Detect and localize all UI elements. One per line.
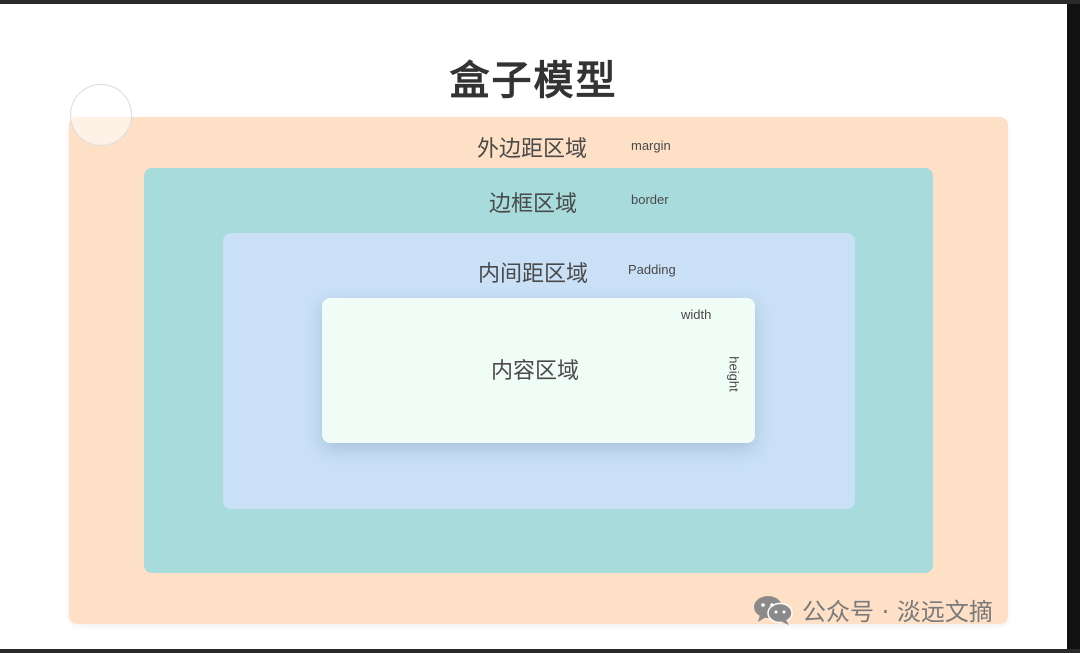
wechat-icon [754, 595, 793, 625]
slide: 盒子模型 外边距区域 margin 边框区域 border 内间距区域 Padd… [0, 4, 1067, 649]
right-edge-strip [1067, 4, 1080, 649]
border-label-en: border [631, 192, 669, 207]
height-label: height [726, 356, 742, 392]
padding-label-cn: 内间距区域 [478, 262, 589, 287]
content-label-cn: 内容区域 [491, 359, 580, 384]
margin-label-en: margin [631, 138, 671, 153]
border-label-cn: 边框区域 [489, 192, 578, 217]
margin-label-cn: 外边距区域 [477, 137, 588, 162]
diagram-title: 盒子模型 [449, 58, 618, 104]
decorative-circle [70, 84, 132, 146]
watermark-text: 公众号 · 淡远文摘 [802, 598, 993, 626]
padding-label-en: Padding [628, 262, 676, 277]
watermark: 公众号 · 淡远文摘 [752, 592, 993, 627]
width-label: width [681, 307, 712, 322]
